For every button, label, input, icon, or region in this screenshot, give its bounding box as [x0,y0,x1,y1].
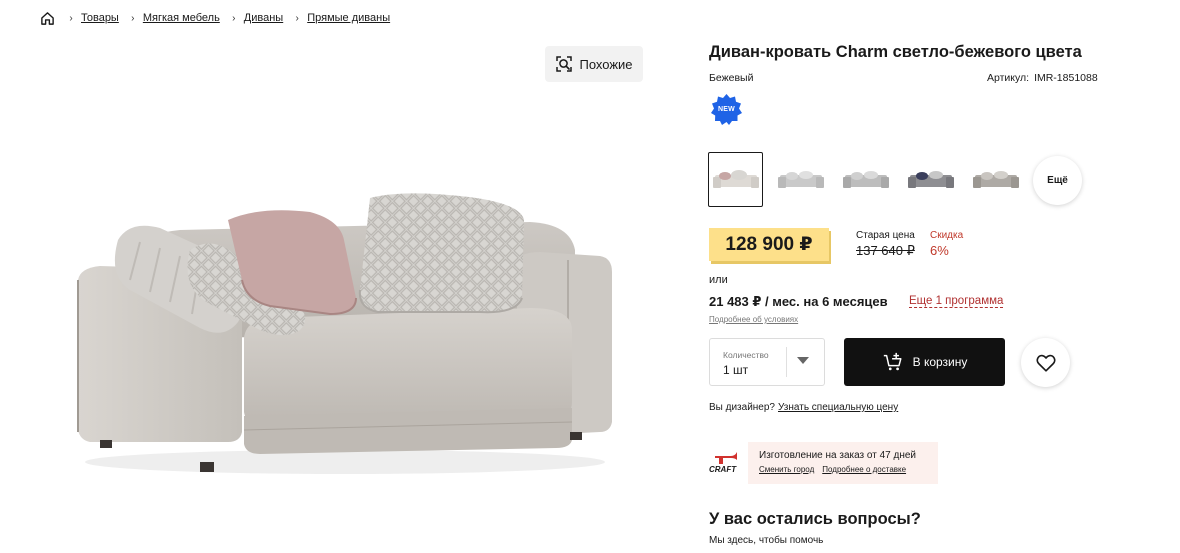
heart-icon [1035,354,1056,372]
similar-label: Похожие [579,56,633,72]
product-image[interactable] [60,180,620,490]
craft-info: Изготовление на заказ от 47 дней Сменить… [748,442,938,484]
questions-title: У вас остались вопросы? [709,510,921,528]
quantity-value: 1 шт [723,363,749,377]
variant-thumbnail[interactable] [903,152,958,207]
variant-thumbnail[interactable] [708,152,763,207]
cart-plus-icon [883,352,902,371]
old-price-label: Старая цена [856,230,915,241]
old-price: 137 640 ₽ [856,243,915,258]
sofa-thumbnail-image [907,170,954,188]
variant-list [708,152,1033,207]
installment-price: 21 483 ₽ / мес. на 6 месяцев [709,294,888,309]
breadcrumb-link-goods[interactable]: Товары [81,12,119,24]
more-variants-button[interactable]: Ещё [1033,156,1082,205]
sofa-thumbnail-image [712,169,759,188]
product-title: Диван-кровать Charm светло-бежевого цвет… [709,43,1082,61]
designer-offer: Вы дизайнер? Узнать специальную цену [709,402,898,413]
craft-logo: CRAFT [709,446,741,476]
delivery-details-link[interactable]: Подробнее о доставке [822,465,906,474]
badge-label: NEW [718,106,735,113]
chevron-down-icon [797,357,809,364]
product-color: Бежевый [709,72,754,84]
variant-thumbnail[interactable] [838,152,893,207]
discount-value: 6% [930,243,949,258]
add-to-cart-button[interactable]: В корзину [844,338,1005,386]
quantity-label: Количество [723,350,769,360]
installment-details-link[interactable]: Подробнее об условиях [709,315,798,324]
sku-value: IMR-1851088 [1034,72,1098,84]
or-text: или [709,274,728,286]
variant-thumbnail[interactable] [968,152,1023,207]
sofa-thumbnail-image [842,170,889,188]
home-icon[interactable] [40,11,55,26]
designer-question: Вы дизайнер? [709,402,775,413]
designer-price-link[interactable]: Узнать специальную цену [778,402,898,413]
change-city-link[interactable]: Сменить город [759,465,814,474]
quantity-divider [786,347,787,377]
craft-hammer-icon [715,452,737,464]
new-badge: NEW [710,93,743,126]
sku-label: Артикул: [987,72,1030,84]
more-program-link[interactable]: Еще 1 программа [909,295,1004,308]
chevron-right-icon: › [69,12,73,24]
sofa-thumbnail-image [777,170,824,188]
chevron-right-icon: › [131,12,135,24]
sofa-image [77,193,612,474]
chevron-right-icon: › [295,12,299,24]
add-to-cart-label: В корзину [912,355,968,369]
craft-title: Изготовление на заказ от 47 дней [759,450,917,461]
craft-logo-text: CRAFT [709,465,737,474]
chevron-right-icon: › [232,12,236,24]
breadcrumb-link-upholstered[interactable]: Мягкая мебель [143,12,220,24]
variant-thumbnail[interactable] [773,152,828,207]
current-price: 128 900 ₽ [709,228,829,261]
visual-search-icon [556,56,573,72]
sofa-thumbnail-image [972,170,1019,188]
discount-label: Скидка [930,230,964,241]
similar-button[interactable]: Похожие [545,46,643,82]
product-sku: Артикул: IMR-1851088 [987,72,1098,84]
breadcrumb: › Товары › Мягкая мебель › Диваны › Прямые д… [40,9,398,27]
questions-subtitle: Мы здесь, чтобы помочь [709,535,824,546]
breadcrumb-link-straight-sofas[interactable]: Прямые диваны [307,12,390,24]
breadcrumb-link-sofas[interactable]: Диваны [244,12,283,24]
favorite-button[interactable] [1021,338,1070,387]
quantity-select[interactable]: Количество 1 шт [709,338,825,386]
craft-links: Сменить город Подробнее о доставке [759,465,914,474]
